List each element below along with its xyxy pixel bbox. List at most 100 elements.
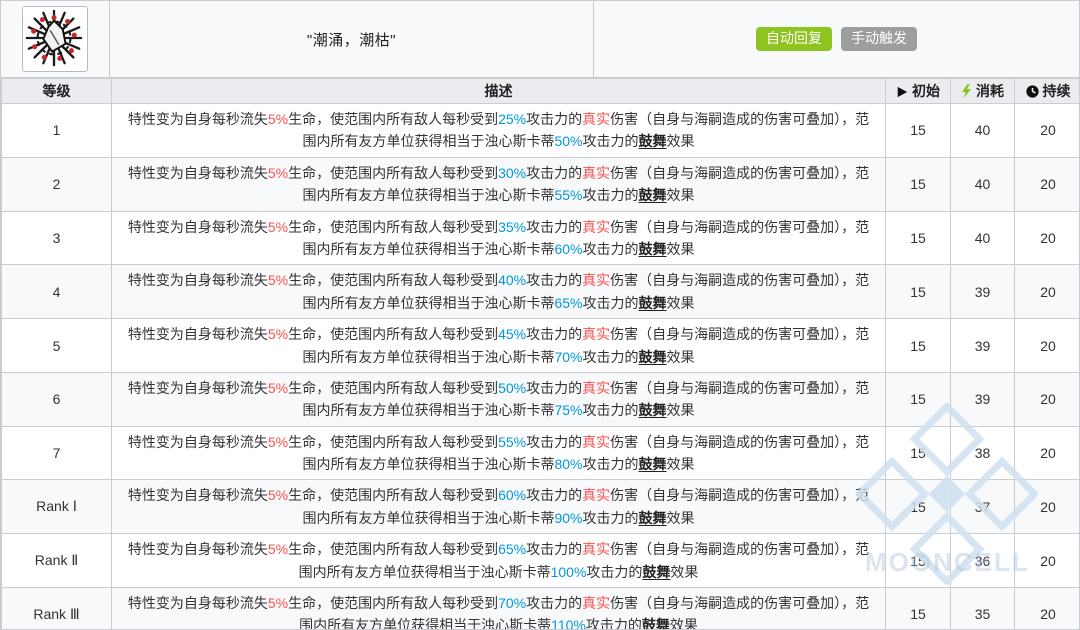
description-segment: 110% <box>551 617 586 630</box>
description-segment: 真实 <box>582 326 610 342</box>
term-link-inspire[interactable]: 鼓舞 <box>639 402 667 418</box>
description-segment: 攻击力的 <box>586 617 642 630</box>
description-segment: 65% <box>498 541 526 557</box>
description-segment: 50% <box>498 380 526 396</box>
header-description-label: 描述 <box>485 83 513 99</box>
cost-cell: 35 <box>951 588 1015 630</box>
level-cell: 7 <box>2 426 112 480</box>
table-row: 7 特性变为自身每秒流失5%生命，使范围内所有敌人每秒受到55%攻击力的真实伤害… <box>2 426 1080 480</box>
description-segment: 70% <box>554 349 582 365</box>
level-cell: 3 <box>2 211 112 265</box>
description-segment: 生命，使范围内所有敌人每秒受到 <box>288 380 498 396</box>
description-segment: 5% <box>268 165 288 181</box>
table-header-row: 等级 描述 初始 消耗 持续 <box>2 79 1080 104</box>
description-segment: 55% <box>554 187 582 203</box>
duration-cell: 20 <box>1015 319 1080 373</box>
description-segment: 真实 <box>582 487 610 503</box>
cost-cell: 39 <box>951 372 1015 426</box>
description-segment: 5% <box>268 380 288 396</box>
level-cell: Rank Ⅰ <box>2 480 112 534</box>
description-segment: 攻击力的 <box>526 219 582 235</box>
term-link-inspire[interactable]: 鼓舞 <box>639 187 667 203</box>
header-cost: 消耗 <box>951 79 1015 104</box>
skill-title-cell: "潮涌，潮枯" <box>110 1 594 77</box>
description-segment: 效果 <box>667 133 695 149</box>
skill-icon-cell <box>1 1 110 77</box>
table-row: Rank Ⅲ 特性变为自身每秒流失5%生命，使范围内所有敌人每秒受到70%攻击力… <box>2 588 1080 630</box>
term-link-inspire[interactable]: 鼓舞 <box>642 617 670 630</box>
initial-cell: 15 <box>886 265 951 319</box>
table-row: Rank Ⅱ 特性变为自身每秒流失5%生命，使范围内所有敌人每秒受到65%攻击力… <box>2 534 1080 588</box>
description-segment: 60% <box>498 487 526 503</box>
badge-auto-recovery: 自动回复 <box>756 27 832 51</box>
skill-table-page: "潮涌，潮枯" 自动回复 手动触发 等级 描述 初始 消耗 持续 <box>0 0 1080 630</box>
description-segment: 特性变为自身每秒流失 <box>128 272 268 288</box>
initial-cell: 15 <box>886 157 951 211</box>
description-segment: 65% <box>554 295 582 311</box>
description-segment: 5% <box>268 219 288 235</box>
description-segment: 生命，使范围内所有敌人每秒受到 <box>288 326 498 342</box>
skill-title: "潮涌，潮枯" <box>307 29 396 50</box>
description-segment: 90% <box>554 510 582 526</box>
table-row: 1 特性变为自身每秒流失5%生命，使范围内所有敌人每秒受到25%攻击力的真实伤害… <box>2 104 1080 158</box>
table-row: Rank Ⅰ 特性变为自身每秒流失5%生命，使范围内所有敌人每秒受到60%攻击力… <box>2 480 1080 534</box>
description-segment: 5% <box>268 434 288 450</box>
term-link-inspire[interactable]: 鼓舞 <box>639 510 667 526</box>
table-row: 4 特性变为自身每秒流失5%生命，使范围内所有敌人每秒受到40%攻击力的真实伤害… <box>2 265 1080 319</box>
level-cell: 6 <box>2 372 112 426</box>
initial-cell: 15 <box>886 319 951 373</box>
description-segment: 35% <box>498 219 526 235</box>
header-duration-label: 持续 <box>1043 83 1071 99</box>
header-description: 描述 <box>112 79 886 104</box>
term-link-inspire[interactable]: 鼓舞 <box>639 133 667 149</box>
header-level-label: 等级 <box>43 83 71 99</box>
skill-badges-cell: 自动回复 手动触发 <box>594 1 1079 77</box>
term-link-inspire[interactable]: 鼓舞 <box>639 295 667 311</box>
description-segment: 5% <box>268 595 288 611</box>
description-segment: 70% <box>498 595 526 611</box>
term-link-inspire[interactable]: 鼓舞 <box>642 564 670 580</box>
description-cell: 特性变为自身每秒流失5%生命，使范围内所有敌人每秒受到35%攻击力的真实伤害（自… <box>112 211 886 265</box>
description-segment: 60% <box>554 241 582 257</box>
description-segment: 真实 <box>582 272 610 288</box>
badge-manual-trigger: 手动触发 <box>841 27 917 51</box>
description-cell: 特性变为自身每秒流失5%生命，使范围内所有敌人每秒受到55%攻击力的真实伤害（自… <box>112 426 886 480</box>
level-cell: Rank Ⅲ <box>2 588 112 630</box>
skill-header-band: "潮涌，潮枯" 自动回复 手动触发 <box>1 1 1079 78</box>
term-link-inspire[interactable]: 鼓舞 <box>639 349 667 365</box>
initial-cell: 15 <box>886 372 951 426</box>
description-cell: 特性变为自身每秒流失5%生命，使范围内所有敌人每秒受到65%攻击力的真实伤害（自… <box>112 534 886 588</box>
description-segment: 生命，使范围内所有敌人每秒受到 <box>288 434 498 450</box>
description-segment: 攻击力的 <box>526 326 582 342</box>
description-segment: 效果 <box>667 510 695 526</box>
description-segment: 生命，使范围内所有敌人每秒受到 <box>288 595 498 611</box>
duration-cell: 20 <box>1015 211 1080 265</box>
duration-cell: 20 <box>1015 372 1080 426</box>
description-segment: 5% <box>268 272 288 288</box>
description-segment: 攻击力的 <box>583 295 639 311</box>
initial-cell: 15 <box>886 480 951 534</box>
description-segment: 45% <box>498 326 526 342</box>
description-segment: 攻击力的 <box>526 595 582 611</box>
header-initial-label: 初始 <box>912 83 940 99</box>
description-segment: 攻击力的 <box>583 187 639 203</box>
term-link-inspire[interactable]: 鼓舞 <box>639 456 667 472</box>
description-segment: 效果 <box>667 295 695 311</box>
description-segment: 75% <box>554 402 582 418</box>
description-segment: 生命，使范围内所有敌人每秒受到 <box>288 219 498 235</box>
description-segment: 生命，使范围内所有敌人每秒受到 <box>288 487 498 503</box>
description-segment: 特性变为自身每秒流失 <box>128 165 268 181</box>
description-segment: 真实 <box>582 111 610 127</box>
description-segment: 生命，使范围内所有敌人每秒受到 <box>288 272 498 288</box>
description-segment: 特性变为自身每秒流失 <box>128 380 268 396</box>
description-segment: 效果 <box>670 564 698 580</box>
level-cell: 1 <box>2 104 112 158</box>
description-segment: 攻击力的 <box>583 402 639 418</box>
level-cell: 5 <box>2 319 112 373</box>
description-segment: 5% <box>268 111 288 127</box>
description-segment: 效果 <box>667 402 695 418</box>
term-link-inspire[interactable]: 鼓舞 <box>639 241 667 257</box>
duration-cell: 20 <box>1015 104 1080 158</box>
duration-cell: 20 <box>1015 265 1080 319</box>
description-segment: 50% <box>554 133 582 149</box>
